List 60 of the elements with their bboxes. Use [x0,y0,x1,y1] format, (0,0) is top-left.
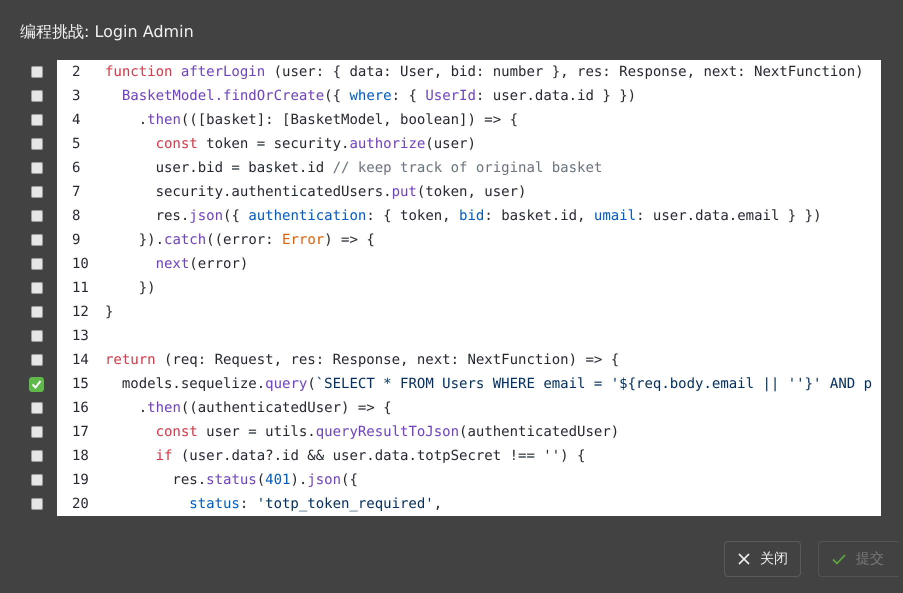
line-number: 19 [71,472,90,488]
checkbox[interactable] [31,90,43,102]
code-line: } [105,304,114,320]
checked-checkbox[interactable] [29,376,44,392]
checkbox[interactable] [31,474,43,486]
line-number: 14 [71,352,90,368]
line-number: 7 [71,184,82,200]
code-line: }) [138,280,156,296]
line-number: 10 [71,256,90,272]
checkbox[interactable] [31,354,43,366]
line-number: 15 [71,376,90,392]
checkbox[interactable] [31,162,43,174]
checkbox[interactable] [31,498,43,510]
close-button[interactable]: 关闭 [724,541,801,577]
checkbox[interactable] [31,402,43,414]
checkbox[interactable] [31,234,43,246]
checkbox[interactable] [31,186,43,198]
line-number: 5 [71,136,82,152]
line-number: 2 [71,64,82,80]
checkbox[interactable] [31,66,43,78]
line-number: 8 [71,208,82,224]
code-line: user.bid = basket.id // keep track of original basket [154,160,602,176]
line-number: 3 [71,88,82,104]
line-number: 20 [71,496,90,512]
line-number: 16 [71,400,90,416]
line-number: 12 [71,304,90,320]
code-line: .then((authenticatedUser) => { [138,400,392,416]
check-icon [832,554,846,564]
close-icon [738,553,750,565]
line-number: 18 [71,448,90,464]
code-line: const token = security.authorize(user) [154,136,476,152]
code-line: return (req: Request, res: Response, next: NextFunction) => { [105,352,620,368]
code-line: }).catch((error: Error) => { [138,232,375,248]
line-number: 4 [71,112,82,128]
checkbox[interactable] [31,282,43,294]
code-line: models.sequelize.query(`SELECT * FROM Users WHERE email = '${req.body.email || ''}' AND p [120,376,872,392]
code-line: if (user.data?.id && user.data.totpSecret !== '') { [154,448,586,464]
code-line: res.json({ authentication: { token, bid: basket.id, umail: user.data.email } }) [154,208,822,224]
code-line: security.authenticatedUsers.put(token, user) [154,184,526,200]
code-line: const user = utils.queryResultToJson(authenticatedUser) [154,424,620,440]
checkbox[interactable] [31,114,43,126]
checkbox[interactable] [31,426,43,438]
code-line: next(error) [154,256,248,272]
code-line: .then(([basket]: [BasketModel, boolean]) => { [138,112,518,128]
code-line: res.status(401).json({ [171,472,358,488]
code-line: BasketModel.findOrCreate({ where: { UserId: user.data.id } }) [120,88,636,104]
checkbox[interactable] [31,330,43,342]
checkbox[interactable] [31,450,43,462]
line-number: 17 [71,424,90,440]
checkbox[interactable] [31,306,43,318]
checkbox[interactable] [31,258,43,270]
line-number: 11 [71,280,90,296]
code-line: function afterLogin (user: { data: User, bid: number }, res: Response, next: NextFunction) [105,64,864,80]
dialog-title: 编程挑战: Login Admin [19,21,195,43]
line-number: 9 [71,232,82,248]
checkbox[interactable] [31,210,43,222]
line-number: 13 [71,328,90,344]
line-number: 6 [71,160,82,176]
code-line: status: 'totp_token_required', [188,496,442,512]
checkbox[interactable] [31,138,43,150]
